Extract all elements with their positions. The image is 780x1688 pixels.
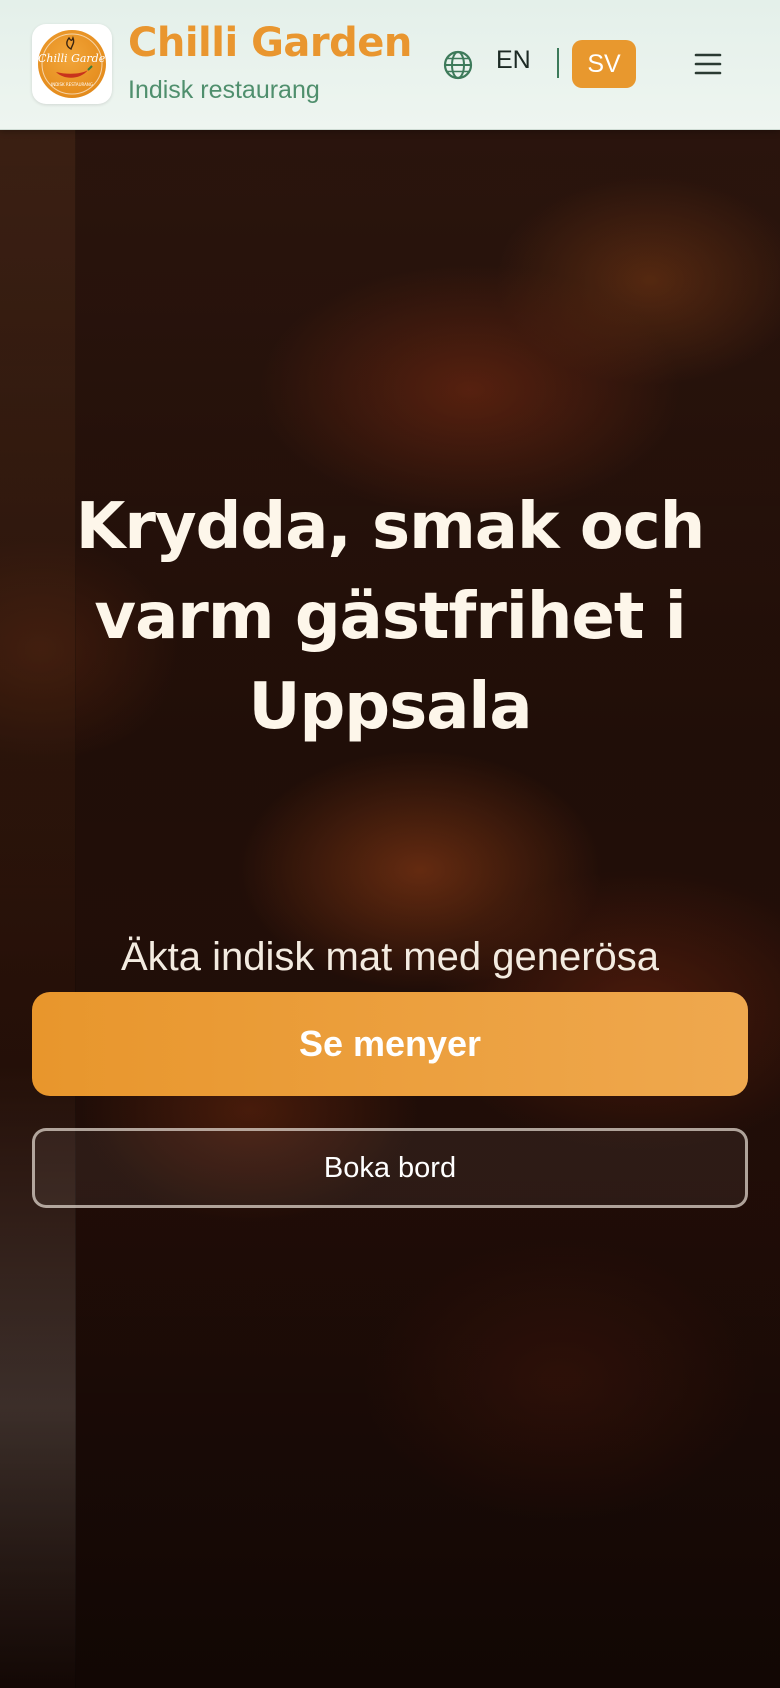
language-option-sv[interactable]: SV [572,40,636,88]
view-menus-button[interactable]: Se menyer [32,992,748,1096]
logo-text: Chilli Garden [38,52,113,65]
logo[interactable]: Chilli Garden INDISK RESTAURANG [32,24,112,104]
language-option-en[interactable]: EN [496,46,531,75]
hero-overlay [0,130,780,1688]
hero-title: Krydda, smak och varm gästfrihet i Uppsa… [75,490,706,744]
hero-section: Krydda, smak och varm gästfrihet i Uppsa… [0,130,780,1688]
book-table-button[interactable]: Boka bord [32,1128,748,1208]
logo-badge: Chilli Garden INDISK RESTAURANG [38,30,113,98]
brand-title[interactable]: Chilli Garden [128,20,412,66]
hamburger-menu-icon[interactable] [690,48,726,80]
logo-ring-text: INDISK RESTAURANG [51,82,93,87]
language-divider [557,48,559,78]
brand-subtitle: Indisk restaurang [128,76,320,104]
globe-icon [443,50,473,80]
site-header: Chilli Garden INDISK RESTAURANG Chilli G… [0,0,780,130]
